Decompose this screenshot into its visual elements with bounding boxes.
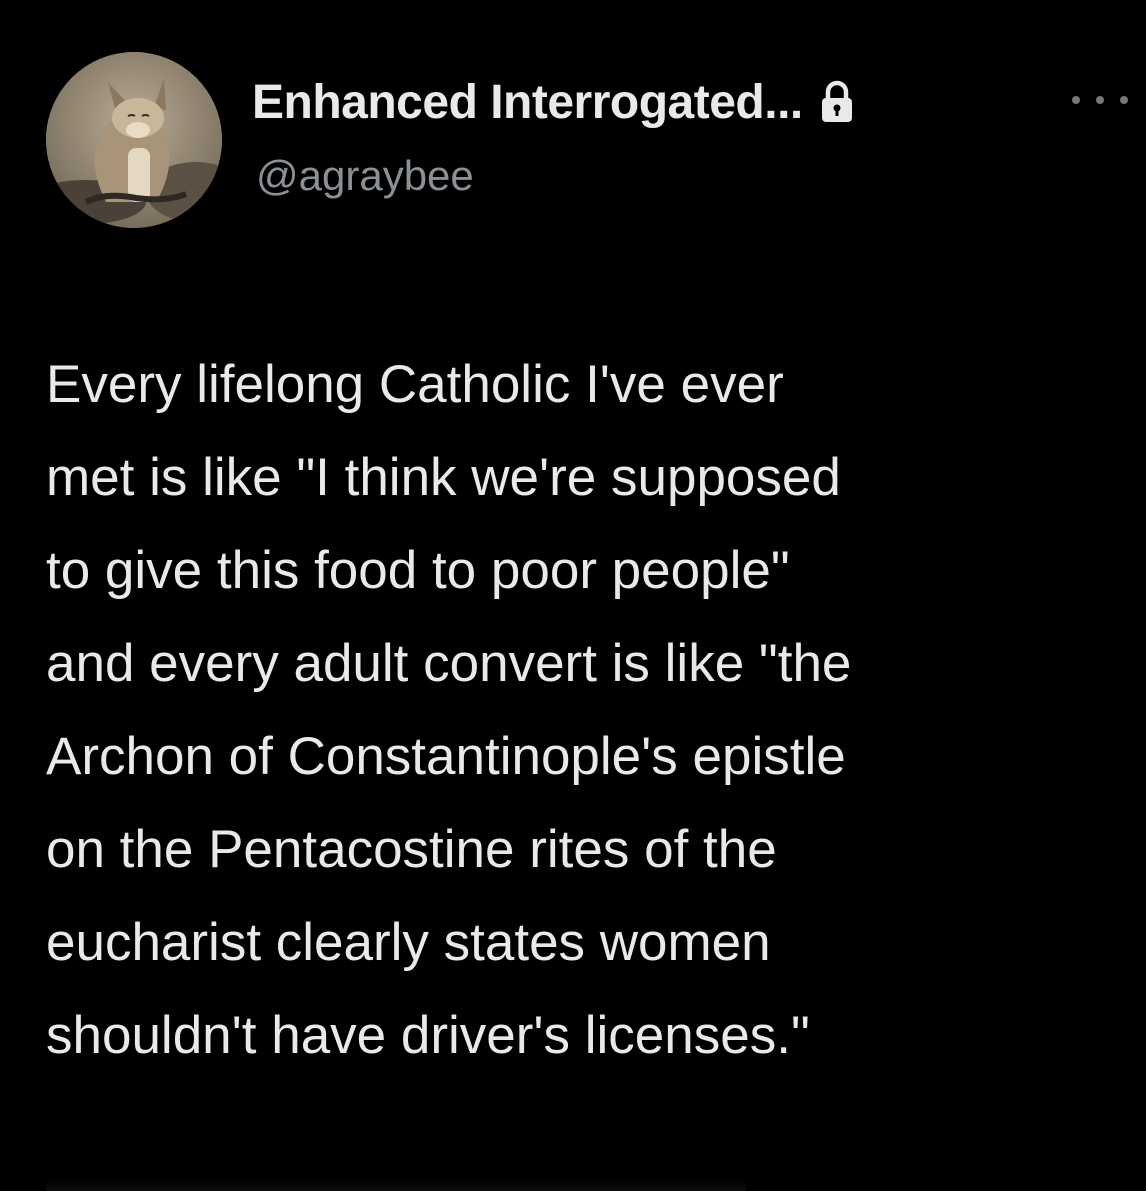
more-dot xyxy=(1072,96,1080,104)
tweet-text-line: on the Pentacostine rites of the xyxy=(46,820,777,879)
tweet-text-line: Every lifelong Catholic I've ever xyxy=(46,355,784,414)
tweet-text: Every lifelong Catholic I've ever met is… xyxy=(46,338,1126,1082)
more-horizontal-icon[interactable] xyxy=(1072,92,1128,108)
tweet-text-line: met is like "I think we're supposed xyxy=(46,448,841,507)
avatar[interactable] xyxy=(46,52,222,228)
more-dot xyxy=(1120,96,1128,104)
tweet-text-line: and every adult convert is like "the xyxy=(46,634,852,693)
fox-avatar-icon xyxy=(46,52,222,228)
tweet-card: Enhanced Interrogated... @agraybee Every… xyxy=(0,0,1146,1191)
author-name-row[interactable]: Enhanced Interrogated... xyxy=(252,72,855,132)
cropped-content-edge xyxy=(46,1180,746,1191)
tweet-text-line: Archon of Constantinople's epistle xyxy=(46,727,846,786)
tweet-text-line: eucharist clearly states women xyxy=(46,913,771,972)
more-dot xyxy=(1096,96,1104,104)
tweet-text-line: shouldn't have driver's licenses." xyxy=(46,1006,810,1065)
user-handle[interactable]: @agraybee xyxy=(256,152,474,200)
lock-icon xyxy=(821,80,852,122)
display-name[interactable]: Enhanced Interrogated... xyxy=(252,75,803,130)
tweet-text-line: to give this food to poor people" xyxy=(46,541,790,600)
